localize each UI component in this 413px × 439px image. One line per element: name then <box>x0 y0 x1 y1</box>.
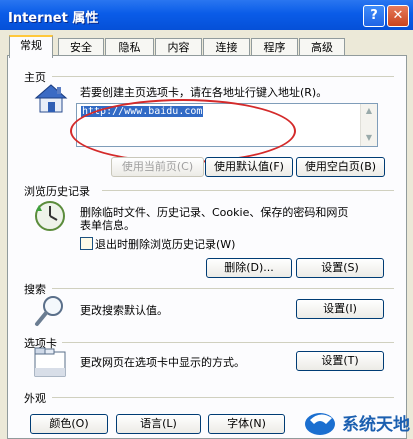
tabbed-window-icon <box>34 347 66 377</box>
home-icon <box>34 84 68 113</box>
window-title: Internet 属性 <box>8 11 99 26</box>
history-divider <box>102 190 394 191</box>
search-description: 更改搜索默认值。 <box>80 304 168 317</box>
tab-programs[interactable]: 程序 <box>251 38 298 56</box>
scroll-up-icon[interactable]: ▲ <box>364 106 374 116</box>
tab-privacy[interactable]: 隐私 <box>105 38 154 56</box>
tab-advanced[interactable]: 高级 <box>299 38 345 56</box>
tabs-settings-button[interactable]: 设置(T) <box>296 351 384 371</box>
history-group-label: 浏览历史记录 <box>24 185 90 198</box>
use-blank-button[interactable]: 使用空白页(B) <box>296 157 385 177</box>
delete-on-exit-checkbox[interactable] <box>80 237 93 250</box>
delete-history-button[interactable]: 删除(D)... <box>206 258 292 278</box>
title-bar: Internet 属性 ? ✕ <box>0 0 413 30</box>
search-divider <box>52 288 394 289</box>
scroll-down-icon[interactable]: ▼ <box>364 133 374 143</box>
delete-on-exit-label: 退出时删除浏览历史记录(W) <box>95 238 236 251</box>
tab-content[interactable]: 内容 <box>155 38 202 56</box>
home-url-scrollbar[interactable]: ▲ ▼ <box>360 104 377 146</box>
appearance-group-label: 外观 <box>24 392 46 405</box>
home-divider <box>52 76 394 77</box>
home-description: 若要创建主页选项卡，请在各地址行键入地址(R)。 <box>80 86 328 99</box>
languages-button[interactable]: 语言(L) <box>116 414 201 434</box>
history-settings-button[interactable]: 设置(S) <box>296 258 384 278</box>
history-description-line2: 表单信息。 <box>80 219 135 232</box>
appearance-divider <box>52 397 394 398</box>
tabs-divider <box>62 342 394 343</box>
tab-security[interactable]: 安全 <box>58 38 104 56</box>
help-button[interactable]: ? <box>363 5 385 27</box>
tabs-description: 更改网页在选项卡中显示的方式。 <box>80 356 245 369</box>
watermark-text: 系统天地 <box>342 415 410 435</box>
fonts-button[interactable]: 字体(N) <box>208 414 285 434</box>
use-current-button[interactable]: 使用当前页(C) <box>111 157 204 177</box>
search-settings-button[interactable]: 设置(I) <box>296 299 384 319</box>
history-clock-icon <box>35 201 65 231</box>
colors-button[interactable]: 颜色(O) <box>30 414 108 434</box>
site-logo-icon <box>305 413 335 435</box>
use-default-button[interactable]: 使用默认值(F) <box>205 157 293 177</box>
annotation-circle <box>70 99 296 163</box>
close-button[interactable]: ✕ <box>387 5 409 27</box>
search-magnifier-icon <box>35 296 63 326</box>
tab-general[interactable]: 常规 <box>9 35 53 58</box>
tab-connections[interactable]: 连接 <box>203 38 250 56</box>
